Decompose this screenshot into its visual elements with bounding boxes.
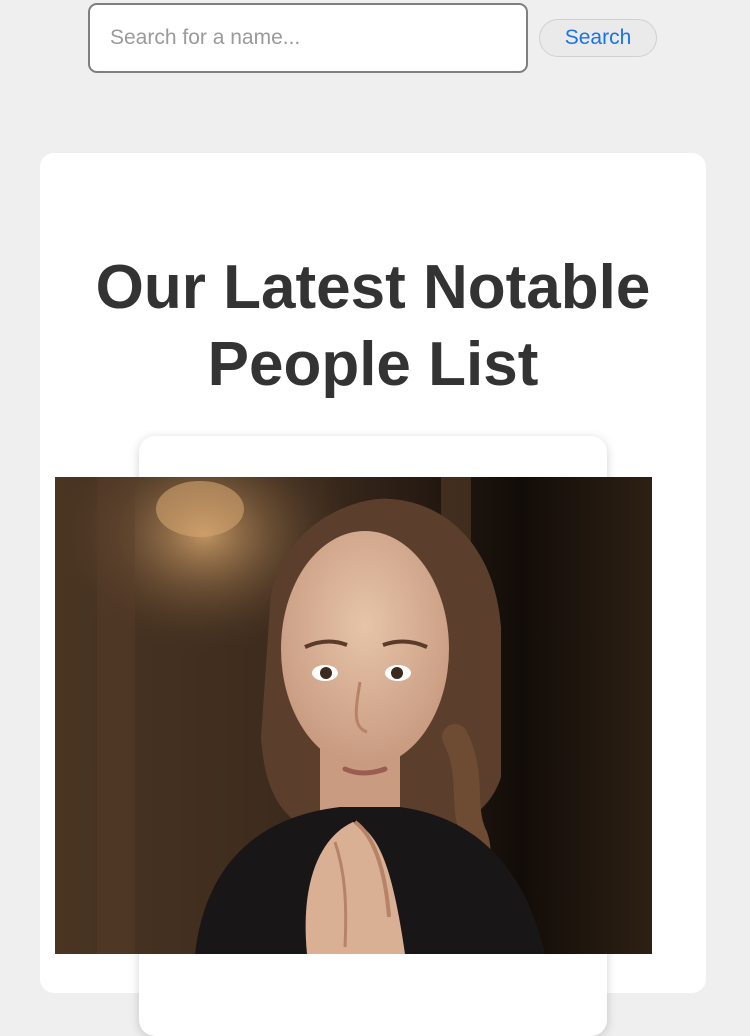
page-title: Our Latest Notable People List — [95, 253, 651, 399]
search-input[interactable] — [88, 3, 528, 73]
search-button[interactable]: Search — [539, 19, 657, 57]
person-photo — [55, 477, 652, 954]
person-portrait-icon — [55, 477, 652, 954]
